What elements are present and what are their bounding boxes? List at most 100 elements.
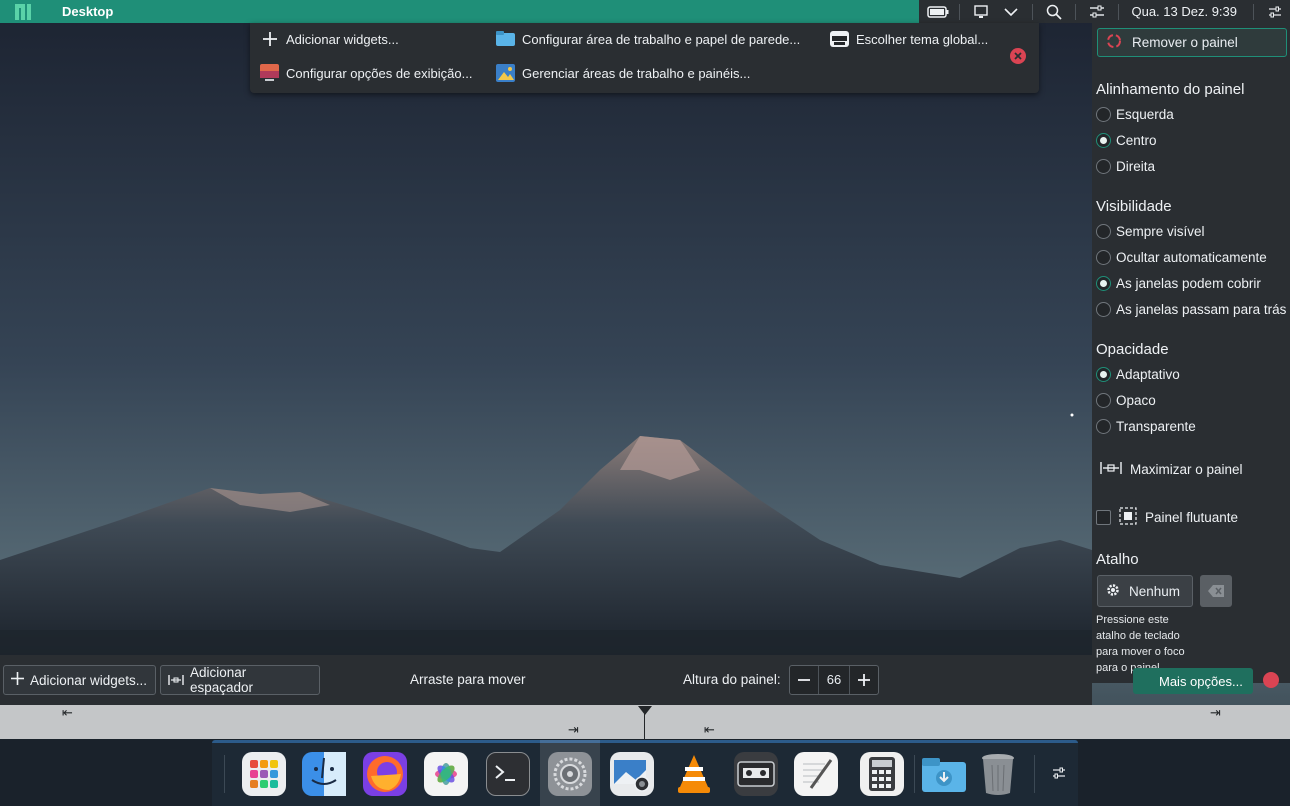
help-line: para mover o foco	[1096, 646, 1185, 658]
search-icon[interactable]	[1039, 0, 1069, 23]
downloads-folder-icon[interactable]	[922, 752, 966, 796]
photos-icon[interactable]	[424, 752, 468, 796]
dock-separator	[224, 755, 225, 793]
option-label: Direita	[1116, 158, 1156, 174]
opacity-heading: Opacidade	[1096, 341, 1169, 358]
theme-mask-icon	[830, 30, 849, 49]
close-panel-edit-button[interactable]	[1263, 672, 1279, 688]
dock-settings-icon[interactable]	[1052, 767, 1066, 782]
center-min-length-handle[interactable]: ⇥	[568, 722, 579, 738]
finder-icon[interactable]	[302, 752, 346, 796]
tape-recorder-icon[interactable]	[734, 752, 778, 796]
radio-button-selected[interactable]	[1096, 132, 1111, 148]
chevron-down-icon[interactable]	[996, 0, 1026, 23]
more-options-button[interactable]: Mais opções...	[1133, 668, 1253, 694]
radio-button[interactable]	[1096, 249, 1111, 265]
maximize-panel-button[interactable]: Maximizar o painel	[1100, 461, 1243, 478]
trash-icon[interactable]	[976, 752, 1020, 796]
radio-button-selected[interactable]	[1096, 366, 1111, 382]
radio-button[interactable]	[1096, 418, 1111, 434]
center-max-length-handle[interactable]: ⇤	[704, 722, 715, 738]
panel-height-value[interactable]: 66	[818, 666, 850, 694]
visibility-heading: Visibilidade	[1096, 198, 1172, 215]
terminal-icon[interactable]	[486, 752, 530, 796]
radio-button[interactable]	[1096, 158, 1111, 174]
visibility-option-always[interactable]: Sempre visível	[1096, 221, 1205, 241]
top-panel-settings-icon[interactable]	[1260, 0, 1290, 23]
visibility-option-windows-cover[interactable]: As janelas podem cobrir	[1096, 273, 1261, 293]
clock[interactable]: Qua. 13 Dez. 9:39	[1125, 4, 1247, 19]
radio-button[interactable]	[1096, 223, 1111, 239]
configure-desktop-action[interactable]: Configurar área de trabalho e papel de p…	[496, 27, 800, 51]
remove-icon	[1106, 33, 1122, 52]
drag-to-move-hint[interactable]: Arraste para mover	[410, 672, 526, 687]
desktops-icon	[496, 64, 515, 83]
firefox-icon[interactable]	[363, 752, 407, 796]
remove-panel-button[interactable]: Remover o painel	[1097, 28, 1287, 57]
alignment-option-center[interactable]: Centro	[1096, 130, 1157, 150]
shortcut-heading: Atalho	[1096, 551, 1139, 568]
radio-button-selected[interactable]	[1096, 275, 1111, 291]
radio-button[interactable]	[1096, 106, 1111, 122]
vlc-icon[interactable]	[672, 752, 716, 796]
opacity-option-adaptive[interactable]: Adaptativo	[1096, 364, 1180, 384]
spacer-icon	[168, 673, 184, 688]
top-panel-spacer	[127, 0, 920, 23]
top-panel: Desktop Qua. 13 Dez. 9:39	[0, 0, 1290, 23]
radio-button[interactable]	[1096, 301, 1111, 317]
floating-panel-option[interactable]: Painel flutuante	[1096, 507, 1238, 528]
ruler-offset-handle[interactable]	[638, 706, 652, 715]
alignment-option-right[interactable]: Direita	[1096, 156, 1155, 176]
add-widgets-button-label: Adicionar widgets...	[30, 672, 148, 688]
option-label: Transparente	[1116, 418, 1196, 434]
close-icon	[1014, 52, 1022, 60]
radio-button[interactable]	[1096, 392, 1111, 408]
calculator-icon[interactable]	[860, 752, 904, 796]
panel-settings-icon[interactable]	[1082, 0, 1112, 23]
desktop-edit-toolbar: Adicionar widgets... Configurar área de …	[250, 23, 1039, 93]
text-editor-icon[interactable]	[794, 752, 838, 796]
gear-icon	[1106, 583, 1120, 600]
remove-panel-label: Remover o painel	[1132, 35, 1238, 50]
close-edit-mode-button[interactable]	[1010, 48, 1026, 64]
add-spacer-button[interactable]: Adicionar espaçador	[160, 665, 320, 695]
help-line: atalho de teclado	[1096, 630, 1180, 642]
add-widgets-button[interactable]: Adicionar widgets...	[3, 665, 156, 695]
right-max-length-handle[interactable]: ⇥	[1210, 705, 1221, 721]
global-theme-action[interactable]: Escolher tema global...	[830, 27, 988, 51]
visibility-option-windows-below[interactable]: As janelas passam para trás	[1096, 299, 1286, 319]
opacity-option-transparent[interactable]: Transparente	[1096, 416, 1196, 436]
plus-icon	[858, 674, 870, 686]
screenshot-tool-icon[interactable]	[610, 752, 654, 796]
app-menu-logo-icon[interactable]	[0, 0, 46, 23]
maximize-panel-label: Maximizar o painel	[1130, 462, 1243, 477]
folder-icon	[496, 30, 515, 49]
floating-panel-checkbox[interactable]	[1096, 510, 1111, 525]
add-widgets-action[interactable]: Adicionar widgets...	[260, 27, 399, 51]
option-label: Opaco	[1116, 392, 1156, 408]
left-min-length-handle[interactable]: ⇤	[62, 705, 73, 721]
app-launcher-icon[interactable]	[242, 752, 286, 796]
increase-height-button[interactable]	[850, 666, 878, 694]
alignment-option-left[interactable]: Esquerda	[1096, 104, 1174, 124]
panel-settings-popup: Remover o painel Alinhamento do painel E…	[1092, 23, 1290, 683]
display-options-action[interactable]: Configurar opções de exibição...	[260, 61, 472, 85]
maximize-width-icon	[1100, 461, 1122, 478]
option-label: As janelas passam para trás	[1116, 301, 1287, 317]
opacity-option-opaque[interactable]: Opaco	[1096, 390, 1156, 410]
option-label: Centro	[1116, 132, 1157, 148]
tray-separator	[1118, 3, 1120, 20]
dock-separator	[1034, 755, 1035, 793]
battery-icon[interactable]	[923, 0, 953, 23]
network-icon[interactable]	[966, 0, 996, 23]
display-icon	[260, 64, 279, 83]
panel-height-stepper[interactable]: 66	[789, 665, 879, 695]
decrease-height-button[interactable]	[790, 666, 818, 694]
shortcut-button-label: Nenhum	[1129, 583, 1181, 599]
clear-shortcut-button[interactable]	[1200, 575, 1232, 607]
shortcut-button[interactable]: Nenhum	[1097, 575, 1193, 607]
manage-desktops-action[interactable]: Gerenciar áreas de trabalho e painéis...	[496, 61, 750, 85]
visibility-option-autohide[interactable]: Ocultar automaticamente	[1096, 247, 1267, 267]
tray-separator	[959, 3, 961, 20]
system-settings-icon[interactable]	[548, 752, 592, 796]
